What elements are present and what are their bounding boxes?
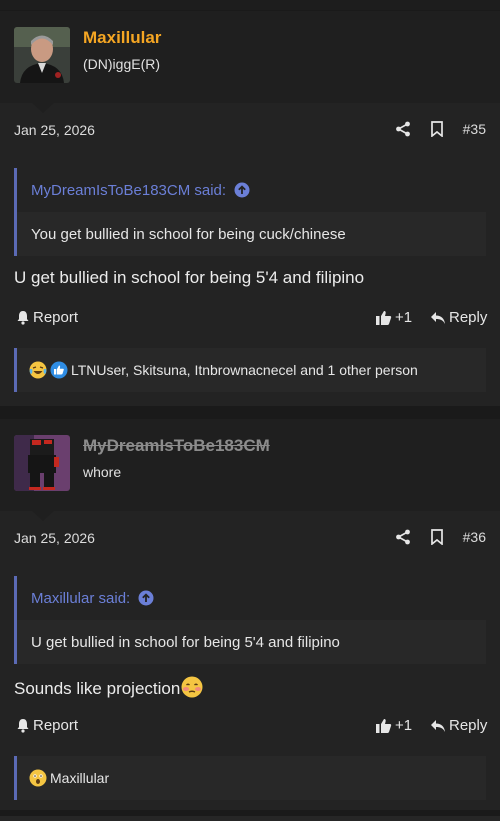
avatar[interactable] (14, 27, 70, 83)
post-number[interactable]: #36 (463, 529, 486, 545)
user-block: Maxillular (DN)iggE(R) (0, 11, 500, 113)
report-label: Report (33, 309, 79, 326)
like-count: +1 (395, 717, 413, 734)
like-button[interactable]: +1 (375, 309, 412, 326)
post: Maxillular (DN)iggE(R) Jan 25, 2026 #35 … (0, 10, 500, 406)
user-title: (DN)iggE(R) (83, 56, 160, 72)
post-date[interactable]: Jan 25, 2026 (14, 122, 95, 138)
user-title: whore (83, 464, 122, 480)
quote-author[interactable]: Maxillular said: (31, 590, 130, 607)
post-actions: Report +1 Reply (0, 309, 500, 333)
reply-arrow-icon (431, 311, 445, 324)
reply-button[interactable]: Reply (430, 717, 487, 734)
reactions-text[interactable]: Maxillular (50, 770, 109, 786)
post-meta-actions: #35 (394, 120, 486, 138)
post-actions: Report +1 Reply (0, 717, 500, 741)
arrow-up-circle-icon[interactable] (138, 590, 154, 606)
like-button[interactable]: +1 (375, 717, 412, 734)
post-message-text: Sounds like projection (14, 679, 181, 698)
post-meta-actions: #36 (394, 528, 486, 546)
quote-text: U get bullied in school for being 5'4 an… (17, 620, 486, 664)
quote-block: Maxillular said: U get bullied in school… (14, 576, 486, 664)
username[interactable]: Maxillular (83, 28, 161, 48)
thumbs-up-icon (50, 361, 68, 379)
post: MyDreamIsToBe183CM whore Jan 25, 2026 #3… (0, 418, 500, 810)
reply-button[interactable]: Reply (430, 309, 487, 326)
quote-block: MyDreamIsToBe183CM said: You get bullied… (14, 168, 486, 256)
reactions-text[interactable]: LTNUser, Skitsuna, Itnbrownacnecel and 1… (71, 362, 418, 378)
post-message: U get bullied in school for being 5'4 an… (14, 268, 365, 287)
post-message: Sounds like projection (14, 676, 204, 703)
post-date[interactable]: Jan 25, 2026 (14, 530, 95, 546)
share-icon[interactable] (394, 528, 412, 546)
report-label: Report (33, 717, 79, 734)
report-button[interactable]: Report (16, 717, 78, 734)
reply-label: Reply (449, 309, 488, 326)
quote-text: You get bullied in school for being cuck… (17, 212, 486, 256)
bookmark-icon[interactable] (428, 528, 446, 546)
quote-author[interactable]: MyDreamIsToBe183CM said: (31, 182, 226, 199)
user-block: MyDreamIsToBe183CM whore (0, 419, 500, 521)
quote-header[interactable]: Maxillular said: (17, 576, 486, 620)
arrow-up-circle-icon[interactable] (234, 182, 250, 198)
thumbs-up-icon (376, 718, 392, 733)
report-button[interactable]: Report (16, 309, 78, 326)
bookmark-icon[interactable] (428, 120, 446, 138)
like-count: +1 (395, 309, 413, 326)
bell-icon (17, 311, 29, 325)
share-icon[interactable] (394, 120, 412, 138)
avatar[interactable] (14, 435, 70, 491)
top-strip (0, 0, 500, 10)
thumbs-up-icon (376, 310, 392, 325)
flushed-blushing-emoji (180, 676, 204, 703)
post-number[interactable]: #35 (463, 121, 486, 137)
quote-header[interactable]: MyDreamIsToBe183CM said: (17, 168, 486, 212)
crying-laughing-emoji (29, 361, 47, 379)
reactions-bar[interactable]: Maxillular (14, 756, 486, 800)
reply-arrow-icon (431, 719, 445, 732)
username[interactable]: MyDreamIsToBe183CM (83, 436, 270, 456)
reply-label: Reply (449, 717, 488, 734)
surprised-emoji (29, 769, 47, 787)
reactions-bar[interactable]: LTNUser, Skitsuna, Itnbrownacnecel and 1… (14, 348, 486, 392)
bottom-strip (0, 816, 500, 821)
bell-icon (17, 719, 29, 733)
